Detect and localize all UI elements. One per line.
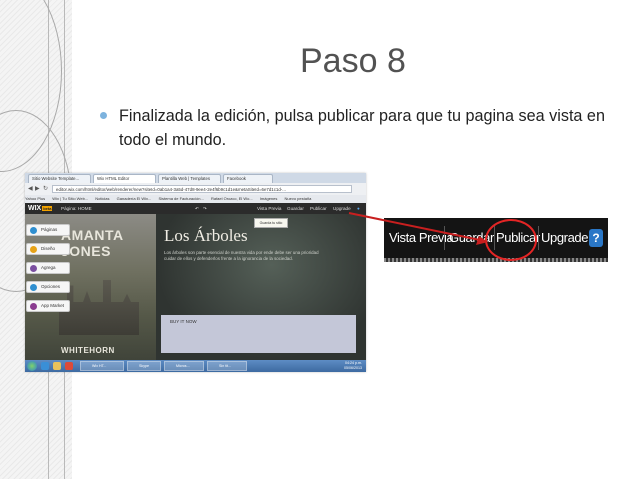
browser-tab[interactable]: Wix HTML Editor [93, 174, 156, 183]
taskbar-item[interactable]: Skype [127, 361, 161, 371]
bookmark-item[interactable]: Nuevo pestaña [285, 196, 312, 201]
taskbar-item[interactable]: Wix HT... [80, 361, 124, 371]
taskbar-item-label: Micros... [176, 364, 190, 368]
bullet-text: Finalizada la edición, pulsa publicar pa… [119, 107, 605, 149]
taskbar-item[interactable]: Micros... [164, 361, 204, 371]
page-selector[interactable]: Página: HOME [61, 203, 92, 214]
site-content: Los Árboles Los árboles son parte esenci… [156, 214, 366, 360]
wix-logo: WIX beta [28, 204, 53, 213]
reload-icon[interactable]: ↻ [43, 185, 48, 193]
taskbar-item-label: Wix HT... [92, 364, 107, 368]
editor-canvas: AMANTA JONES WHITEHORN Páginas Diseño Ag… [25, 214, 366, 360]
wix-logo-text: WIX [28, 205, 42, 212]
browser-tab[interactable]: Facebook [223, 174, 273, 183]
bookmark-item[interactable]: Rafael Orozco, El Wo... [211, 196, 253, 201]
bookmark-item[interactable]: Noticias [95, 196, 109, 201]
separator [538, 226, 539, 250]
bookmark-item[interactable]: Wix | Tu Sitio Web... [52, 196, 88, 201]
taskbar-item[interactable]: Sin tit... [207, 361, 247, 371]
bookmark-item[interactable]: Sistema de Facturación... [158, 196, 203, 201]
chrome-icon[interactable] [65, 362, 73, 370]
book-author: WHITEHORN [61, 346, 115, 355]
highlight-circle [485, 219, 537, 261]
bookmark-item[interactable]: Imágenes [260, 196, 278, 201]
clock-date: 05/06/2013 [344, 366, 362, 370]
address-bar: ◀ ▶ ↻ editor.wix.com/html/editor/web/ren… [25, 183, 366, 195]
add-icon [30, 265, 37, 272]
app-market-button[interactable]: App Market [26, 300, 70, 312]
taskbar-item-label: Sin tit... [219, 364, 231, 368]
buy-section[interactable]: BUY IT NOW [161, 315, 356, 353]
guardar-button[interactable]: Guardar [287, 203, 304, 214]
zoomed-toolbar-edge [384, 258, 608, 262]
bookmark-item[interactable]: Ganadería El Wix... [117, 196, 152, 201]
vista-previa-button[interactable]: Vista Previa [257, 203, 281, 214]
upgrade-button[interactable]: Upgrade [333, 203, 351, 214]
taskbar-clock: 04:24 p.m. 05/06/2013 [344, 361, 362, 371]
redo-icon[interactable]: ↷ [203, 203, 207, 214]
taskbar-item-label: Skype [139, 364, 149, 368]
bullet-dot [100, 112, 107, 119]
browser-tab[interactable]: Sitio Website Template... [28, 174, 91, 183]
slide-title: Paso 8 [300, 42, 406, 80]
site-paragraph[interactable]: Los árboles son parte esencial de nuestr… [164, 250, 329, 262]
browser-tab-strip: Sitio Website Template... Wix HTML Edito… [25, 173, 366, 183]
opciones-button[interactable]: Opciones [26, 281, 70, 293]
back-icon[interactable]: ◀ [28, 185, 33, 193]
bookmarks-bar: Yahoo Plus Wix | Tu Sitio Web... Noticia… [25, 195, 366, 203]
zoomed-help-icon[interactable]: ? [589, 229, 603, 247]
side-panel-label: App Market [41, 303, 65, 308]
url-input[interactable]: editor.wix.com/html/editor/web/renderer/… [52, 185, 352, 193]
side-panel-label: Agrega [41, 265, 56, 270]
side-panel-label: Páginas [41, 227, 58, 232]
undo-icon[interactable]: ↶ [195, 203, 199, 214]
wix-logo-badge: beta [42, 206, 53, 211]
design-icon [30, 246, 37, 253]
help-icon[interactable]: ● [357, 203, 360, 214]
start-button[interactable] [27, 361, 37, 371]
separator [444, 226, 445, 250]
zoomed-upgrade-button[interactable]: Upgrade [541, 218, 588, 258]
app-market-icon [30, 303, 37, 310]
side-panel-label: Opciones [41, 284, 61, 289]
buy-label[interactable]: BUY IT NOW [170, 319, 197, 324]
diseno-button[interactable]: Diseño [26, 243, 70, 255]
bookmark-item[interactable]: Yahoo Plus [25, 196, 45, 201]
side-panel: Páginas Diseño Agrega Opciones App Marke… [26, 224, 72, 324]
windows-taskbar: Wix HT... Skype Micros... Sin tit... 04:… [25, 360, 366, 372]
guardar-tooltip: Guarda tu sitio [254, 218, 288, 228]
pages-icon [30, 227, 37, 234]
book-cover-image: AMANTA JONES WHITEHORN Páginas Diseño Ag… [25, 214, 156, 360]
explorer-icon[interactable] [41, 362, 49, 370]
folder-icon[interactable] [53, 362, 61, 370]
settings-icon [30, 284, 37, 291]
site-heading[interactable]: Los Árboles [164, 226, 248, 246]
side-panel-label: Diseño [41, 246, 56, 251]
browser-screenshot: Sitio Website Template... Wix HTML Edito… [25, 173, 366, 372]
agrega-button[interactable]: Agrega [26, 262, 70, 274]
browser-tab[interactable]: Plantilla Web | Templates [158, 174, 221, 183]
paginas-button[interactable]: Páginas [26, 224, 70, 236]
publicar-button[interactable]: Publicar [310, 203, 327, 214]
wix-toolbar: WIX beta Página: HOME ↶ ↷ Vista Previa Gu… [25, 203, 366, 214]
forward-icon[interactable]: ▶ [35, 185, 40, 193]
